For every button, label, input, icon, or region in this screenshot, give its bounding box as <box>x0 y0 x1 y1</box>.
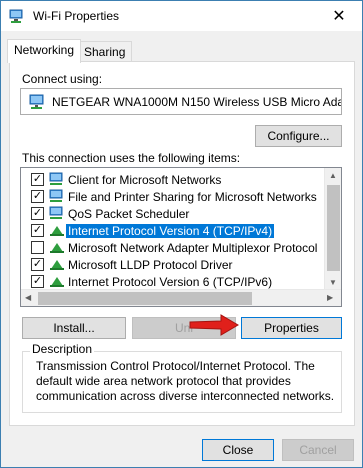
list-item[interactable]: Microsoft Network Adapter Multiplexor Pr… <box>21 239 323 256</box>
adapter-field: NETGEAR WNA1000M N150 Wireless USB Micro… <box>20 88 342 115</box>
network-protocol-icon <box>50 260 64 270</box>
list-item[interactable]: ✓ Client for Microsoft Networks <box>21 171 323 188</box>
item-checkbox[interactable]: ✓ <box>31 190 44 203</box>
title-bar: Wi-Fi Properties ✕ <box>1 1 362 31</box>
scroll-down-icon[interactable]: ▼ <box>329 278 337 287</box>
list-item-selected[interactable]: ✓ Internet Protocol Version 4 (TCP/IPv4) <box>21 222 323 239</box>
description-text: Transmission Control Protocol/Internet P… <box>36 359 335 403</box>
tab-networking[interactable]: Networking <box>7 39 82 63</box>
close-window-icon[interactable]: ✕ <box>316 1 362 31</box>
horizontal-scrollbar[interactable]: ◀ ▶ <box>21 289 341 306</box>
properties-button[interactable]: Properties <box>241 317 342 339</box>
scroll-left-icon[interactable]: ◀ <box>25 293 31 302</box>
scroll-up-icon[interactable]: ▲ <box>329 171 337 180</box>
red-arrow-annotation <box>189 314 239 336</box>
network-protocol-icon <box>50 243 64 253</box>
network-client-icon <box>49 172 63 185</box>
configure-button[interactable]: Configure... <box>255 125 342 147</box>
list-item[interactable]: ✓ File and Printer Sharing for Microsoft… <box>21 188 323 205</box>
item-checkbox[interactable] <box>31 241 44 254</box>
item-label: Microsoft Network Adapter Multiplexor Pr… <box>68 240 318 255</box>
item-label: QoS Packet Scheduler <box>68 206 190 221</box>
network-protocol-icon <box>50 226 64 236</box>
wifi-properties-dialog: Wi-Fi Properties ✕ Networking Sharing Co… <box>0 0 363 468</box>
items-list[interactable]: ✓ Client for Microsoft Networks ✓ File a… <box>20 167 342 307</box>
cancel-button[interactable]: Cancel <box>282 439 354 461</box>
item-label: Microsoft LLDP Protocol Driver <box>68 257 233 272</box>
window-title: Wi-Fi Properties <box>33 9 120 23</box>
item-label: Client for Microsoft Networks <box>68 172 222 187</box>
item-checkbox[interactable]: ✓ <box>31 224 44 237</box>
network-service-icon <box>49 189 63 202</box>
network-adapter-icon <box>9 9 23 23</box>
vertical-scrollbar[interactable]: ▲ ▼ <box>324 168 341 291</box>
list-item[interactable]: ✓ Internet Protocol Version 6 (TCP/IPv6) <box>21 273 323 290</box>
list-item[interactable]: ✓ QoS Packet Scheduler <box>21 205 323 222</box>
network-protocol-icon <box>50 277 64 287</box>
connect-using-label: Connect using: <box>22 72 103 86</box>
network-adapter-icon <box>29 94 44 109</box>
item-label: Internet Protocol Version 4 (TCP/IPv4) <box>64 222 276 239</box>
item-checkbox[interactable]: ✓ <box>31 275 44 288</box>
tab-sharing[interactable]: Sharing <box>77 41 133 63</box>
scroll-right-icon[interactable]: ▶ <box>327 293 333 302</box>
network-service-icon <box>49 206 63 219</box>
horizontal-scroll-thumb[interactable] <box>38 292 252 305</box>
description-legend: Description <box>30 342 95 356</box>
item-checkbox[interactable]: ✓ <box>31 207 44 220</box>
item-label: File and Printer Sharing for Microsoft N… <box>68 189 317 204</box>
item-checkbox[interactable]: ✓ <box>31 258 44 271</box>
item-checkbox[interactable]: ✓ <box>31 173 44 186</box>
close-button[interactable]: Close <box>202 439 274 461</box>
install-button[interactable]: Install... <box>22 317 126 339</box>
items-label: This connection uses the following items… <box>22 151 241 165</box>
item-label: Internet Protocol Version 6 (TCP/IPv6) <box>68 274 273 289</box>
adapter-name: NETGEAR WNA1000M N150 Wireless USB Micro… <box>52 95 342 109</box>
list-item[interactable]: ✓ Microsoft LLDP Protocol Driver <box>21 256 323 273</box>
vertical-scroll-thumb[interactable] <box>327 185 340 271</box>
